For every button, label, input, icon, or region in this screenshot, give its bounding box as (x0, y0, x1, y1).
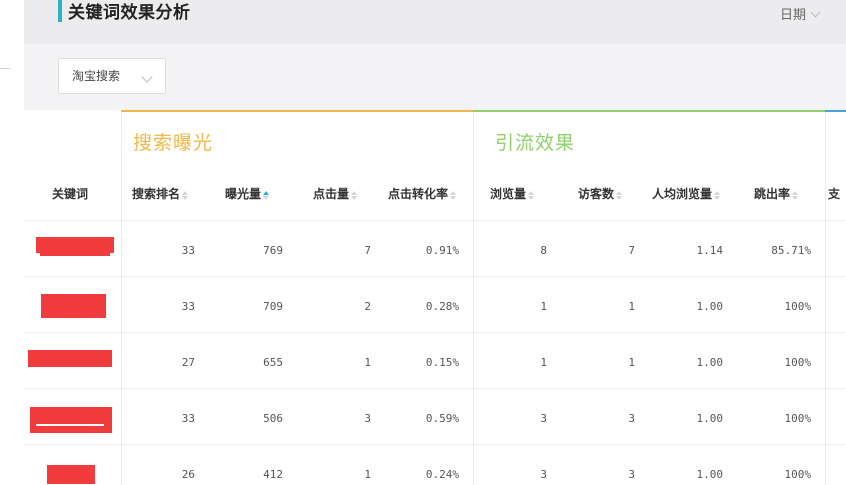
cell-ctr: 0.15% (425, 356, 459, 369)
column-header-views[interactable]: 浏览量 (490, 185, 535, 202)
redacted-keyword (28, 350, 112, 367)
cell-avg-views: 1.14 (696, 244, 724, 257)
sort-icon[interactable] (616, 191, 623, 200)
table-row[interactable]: 33 506 3 0.59% 3 3 1.00 100% (24, 389, 846, 445)
sort-icon[interactable] (528, 191, 535, 200)
cell-clicks: 1 (364, 468, 371, 481)
cell-visitors: 3 (628, 468, 635, 481)
chevron-down-icon (141, 71, 153, 83)
table-row[interactable]: 26 412 1 0.24% 3 3 1.00 100% (24, 445, 846, 485)
cell-bounce: 100% (784, 468, 812, 481)
table-row[interactable]: 33 709 2 0.28% 1 1 1.00 100% (24, 277, 846, 333)
table-row[interactable]: 27 655 1 0.15% 1 1 1.00 100% (24, 333, 846, 389)
traffic-group-underline (473, 110, 825, 112)
cell-impressions: 412 (263, 468, 283, 481)
cell-rank: 33 (181, 412, 195, 425)
cell-rank: 26 (181, 468, 195, 481)
cell-visitors: 1 (628, 300, 635, 313)
date-selector-label: 日期 (780, 8, 807, 23)
source-dropdown[interactable]: 淘宝搜索 (58, 58, 166, 94)
redacted-keyword (47, 465, 95, 484)
sort-icon[interactable] (792, 191, 799, 200)
cell-ctr: 0.28% (425, 300, 459, 313)
cell-clicks: 1 (364, 356, 371, 369)
date-selector[interactable]: 日期 (780, 4, 821, 23)
column-header-impressions[interactable]: 曝光量 (225, 185, 270, 202)
cell-ctr: 0.24% (425, 468, 459, 481)
cell-visitors: 1 (628, 356, 635, 369)
cell-impressions: 769 (263, 244, 283, 257)
cell-impressions: 709 (263, 300, 283, 313)
cell-impressions: 506 (263, 412, 283, 425)
redacted-keyword (40, 252, 110, 256)
cell-bounce: 85.71% (771, 244, 811, 257)
sort-icon[interactable] (450, 191, 457, 200)
sort-icon[interactable] (263, 191, 270, 200)
cell-views: 1 (540, 300, 547, 313)
cell-visitors: 3 (628, 412, 635, 425)
column-header-keyword: 关键词 (52, 187, 89, 201)
column-header-visitors[interactable]: 访客数 (578, 185, 623, 202)
keyword-table: 搜索曝光 引流效果 关键词 搜索排名 曝光量 点击量 点击转化率 浏览量 访客数… (24, 110, 846, 485)
redacted-keyword (30, 407, 112, 433)
sort-icon[interactable] (714, 191, 721, 200)
cell-rank: 27 (181, 356, 195, 369)
column-header-clicks[interactable]: 点击量 (313, 185, 358, 202)
cell-clicks: 3 (364, 412, 371, 425)
cell-rank: 33 (181, 300, 195, 313)
search-group-title: 搜索曝光 (133, 132, 214, 154)
cell-avg-views: 1.00 (696, 356, 724, 369)
cell-bounce: 100% (784, 300, 812, 313)
cell-impressions: 655 (263, 356, 283, 369)
cell-clicks: 7 (364, 244, 371, 257)
traffic-group-title: 引流效果 (495, 132, 576, 154)
divider (0, 68, 10, 69)
chevron-down-icon (810, 7, 821, 18)
cell-views: 3 (540, 412, 547, 425)
sort-icon[interactable] (182, 191, 189, 200)
redacted-keyword (41, 294, 106, 318)
redacted-keyword (36, 237, 114, 253)
cell-ctr: 0.91% (425, 244, 459, 257)
column-header-bounce[interactable]: 跳出率 (754, 185, 799, 202)
cell-ctr: 0.59% (425, 412, 459, 425)
table-row[interactable]: 33 769 7 0.91% 8 7 1.14 85.71% (24, 221, 846, 277)
sort-icon[interactable] (351, 191, 358, 200)
cell-views: 3 (540, 468, 547, 481)
cell-bounce: 100% (784, 356, 812, 369)
page-title: 关键词效果分析 (68, 3, 191, 23)
next-group-underline (825, 110, 846, 112)
column-header-rank[interactable]: 搜索排名 (132, 185, 189, 202)
cell-clicks: 2 (364, 300, 371, 313)
search-group-underline (121, 110, 473, 112)
source-dropdown-value: 淘宝搜索 (72, 69, 121, 83)
column-header-ctr[interactable]: 点击转化率 (388, 185, 457, 202)
cell-avg-views: 1.00 (696, 300, 724, 313)
cell-avg-views: 1.00 (696, 468, 724, 481)
column-header-pay: 支 (828, 187, 841, 201)
column-header-avg-views[interactable]: 人均浏览量 (652, 185, 721, 202)
cell-views: 1 (540, 356, 547, 369)
left-sidebar-edge (0, 0, 25, 485)
redaction-gap (36, 424, 104, 426)
cell-rank: 33 (181, 244, 195, 257)
cell-views: 8 (540, 244, 547, 257)
cell-bounce: 100% (784, 412, 812, 425)
cell-avg-views: 1.00 (696, 412, 724, 425)
title-accent-bar (58, 0, 62, 22)
cell-visitors: 7 (628, 244, 635, 257)
